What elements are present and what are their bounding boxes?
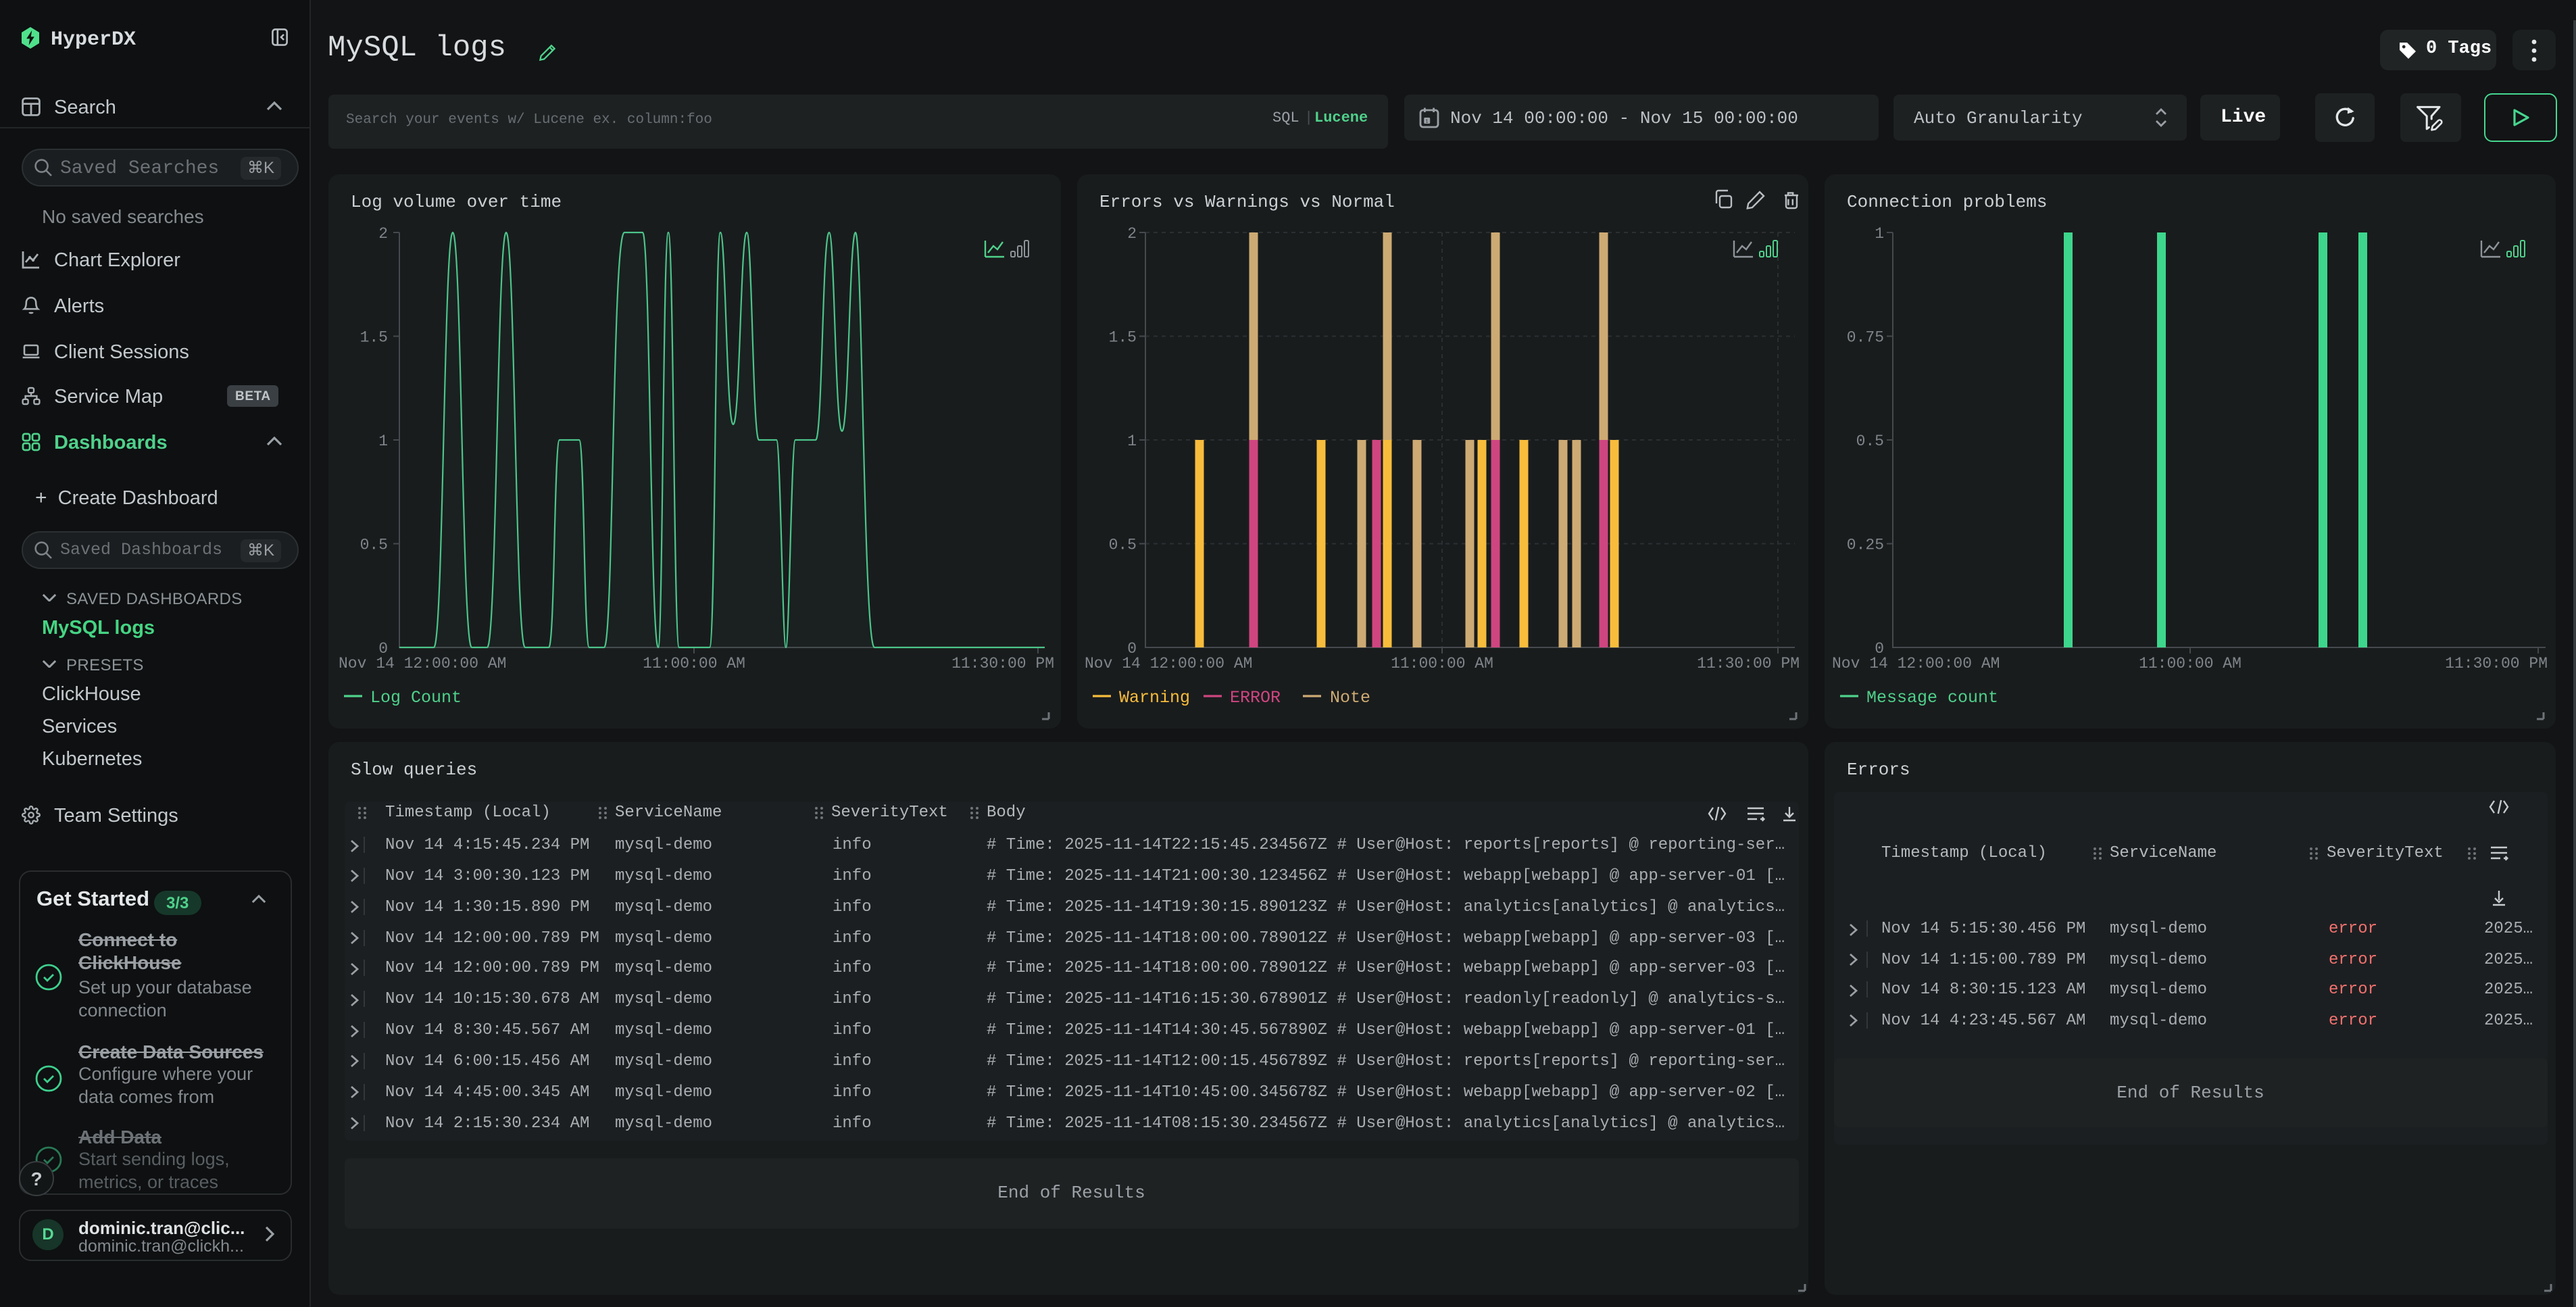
svg-text:0.5: 0.5	[360, 537, 387, 554]
svg-text:1.5: 1.5	[360, 329, 387, 347]
svg-text:1: 1	[378, 433, 387, 450]
svg-text:1: 1	[1426, 118, 1429, 123]
svg-text:2: 2	[378, 225, 387, 243]
svg-text:Nov 14 12:00:00 AM: Nov 14 12:00:00 AM	[1084, 655, 1252, 672]
svg-text:0.25: 0.25	[1846, 537, 1883, 554]
svg-text:11:00:00 AM: 11:00:00 AM	[642, 655, 745, 672]
svg-text:Nov 14 12:00:00 AM: Nov 14 12:00:00 AM	[1831, 655, 1999, 672]
svg-text:11:30:00 PM: 11:30:00 PM	[2444, 655, 2547, 672]
svg-text:ERROR: ERROR	[1229, 688, 1280, 708]
svg-text:1.5: 1.5	[1108, 329, 1136, 347]
svg-text:Nov 14 12:00:00 AM: Nov 14 12:00:00 AM	[338, 655, 505, 672]
svg-text:0.5: 0.5	[1856, 433, 1883, 450]
svg-text:2: 2	[1126, 225, 1136, 243]
svg-text:11:00:00 AM: 11:00:00 AM	[1390, 655, 1493, 672]
svg-text:Message count: Message count	[1866, 688, 1998, 708]
svg-text:Log Count: Log Count	[370, 688, 461, 708]
svg-text:11:30:00 PM: 11:30:00 PM	[1696, 655, 1799, 672]
svg-text:1: 1	[1874, 225, 1883, 243]
svg-text:0.5: 0.5	[1108, 537, 1136, 554]
svg-text:0.75: 0.75	[1846, 329, 1883, 347]
svg-text:11:30:00 PM: 11:30:00 PM	[951, 655, 1054, 672]
svg-text:1: 1	[1126, 433, 1136, 450]
svg-text:11:00:00 AM: 11:00:00 AM	[2138, 655, 2241, 672]
svg-text:Warning: Warning	[1118, 688, 1189, 708]
svg-text:Note: Note	[1329, 688, 1370, 708]
